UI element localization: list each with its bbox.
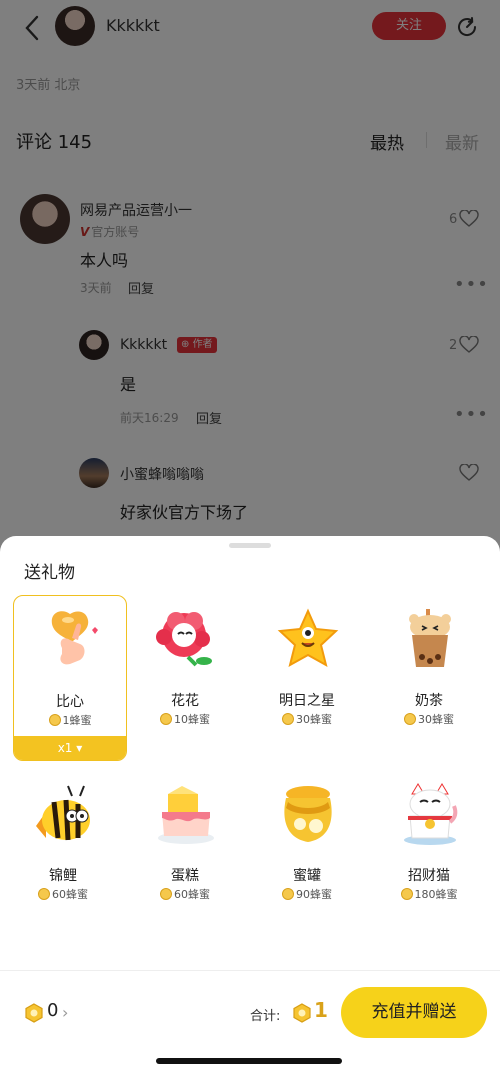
honey-coin-icon — [25, 1003, 43, 1023]
gift-price: 60蜂蜜 — [6, 886, 120, 902]
honey-balance[interactable]: 0 — [47, 1000, 58, 1021]
gift-name: 奶茶 — [415, 693, 443, 709]
gift-price: 30蜂蜜 — [372, 711, 486, 727]
honey-coin-icon — [293, 1003, 311, 1023]
gift-item-lucky-cat[interactable]: 招财猫 180蜂蜜 — [372, 770, 486, 936]
gift-item-milk-tea[interactable]: 奶茶 30蜂蜜 — [372, 595, 486, 761]
gift-item-star[interactable]: 明日之星 30蜂蜜 — [250, 595, 364, 761]
gift-price: 30蜂蜜 — [250, 711, 364, 727]
gift-name: 锦鲤 — [49, 868, 77, 884]
gift-price: 180蜂蜜 — [372, 886, 486, 902]
honey-coin-icon — [282, 888, 294, 900]
milk-tea-icon — [409, 609, 451, 667]
star-icon — [277, 608, 339, 667]
flower-icon — [156, 612, 212, 667]
gift-price: 60蜂蜜 — [128, 886, 242, 902]
gift-name: 蜜罐 — [293, 868, 321, 884]
honey-coin-icon — [160, 713, 172, 725]
gift-name: 明日之星 — [279, 693, 335, 709]
heart-hand-icon — [51, 611, 98, 665]
gift-name: 蛋糕 — [171, 868, 199, 884]
honey-coin-icon — [404, 713, 416, 725]
gift-name: 比心 — [56, 694, 84, 710]
gift-item-bixin[interactable]: 比心 1蜂蜜 x1 ▾ — [13, 595, 127, 761]
gift-item-cake[interactable]: 蛋糕 60蜂蜜 — [128, 770, 242, 936]
honey-coin-icon — [160, 888, 172, 900]
gift-price: 10蜂蜜 — [128, 711, 242, 727]
lucky-cat-icon — [404, 783, 458, 845]
recharge-and-send-button[interactable]: 充值并赠送 — [341, 987, 487, 1038]
honey-coin-icon — [38, 888, 50, 900]
total-value: 1 — [314, 998, 328, 1022]
koi-bee-icon — [36, 785, 90, 841]
honey-coin-icon — [282, 713, 294, 725]
gift-item-honey-jar[interactable]: 蜜罐 90蜂蜜 — [250, 770, 364, 936]
honey-coin-icon — [48, 714, 61, 726]
gift-price: 1蜂蜜 — [14, 712, 126, 728]
gift-price: 90蜂蜜 — [250, 886, 364, 902]
quantity-selector[interactable]: x1 ▾ — [14, 736, 126, 760]
sheet-drag-handle[interactable] — [229, 543, 271, 548]
honey-coin-icon — [400, 888, 413, 900]
home-indicator[interactable] — [156, 1058, 342, 1064]
bottom-bar-divider — [0, 970, 500, 971]
gift-sheet-title: 送礼物 — [24, 563, 75, 583]
gift-name: 招财猫 — [408, 868, 450, 884]
total-label: 合计: — [250, 1009, 281, 1024]
gift-name: 花花 — [171, 693, 199, 709]
honey-jar-icon — [284, 786, 332, 842]
cake-icon — [158, 786, 214, 844]
chevron-right-icon[interactable]: › — [62, 1003, 68, 1022]
gift-item-flower[interactable]: 花花 10蜂蜜 — [128, 595, 242, 761]
gift-item-koi[interactable]: 锦鲤 60蜂蜜 — [6, 770, 120, 936]
